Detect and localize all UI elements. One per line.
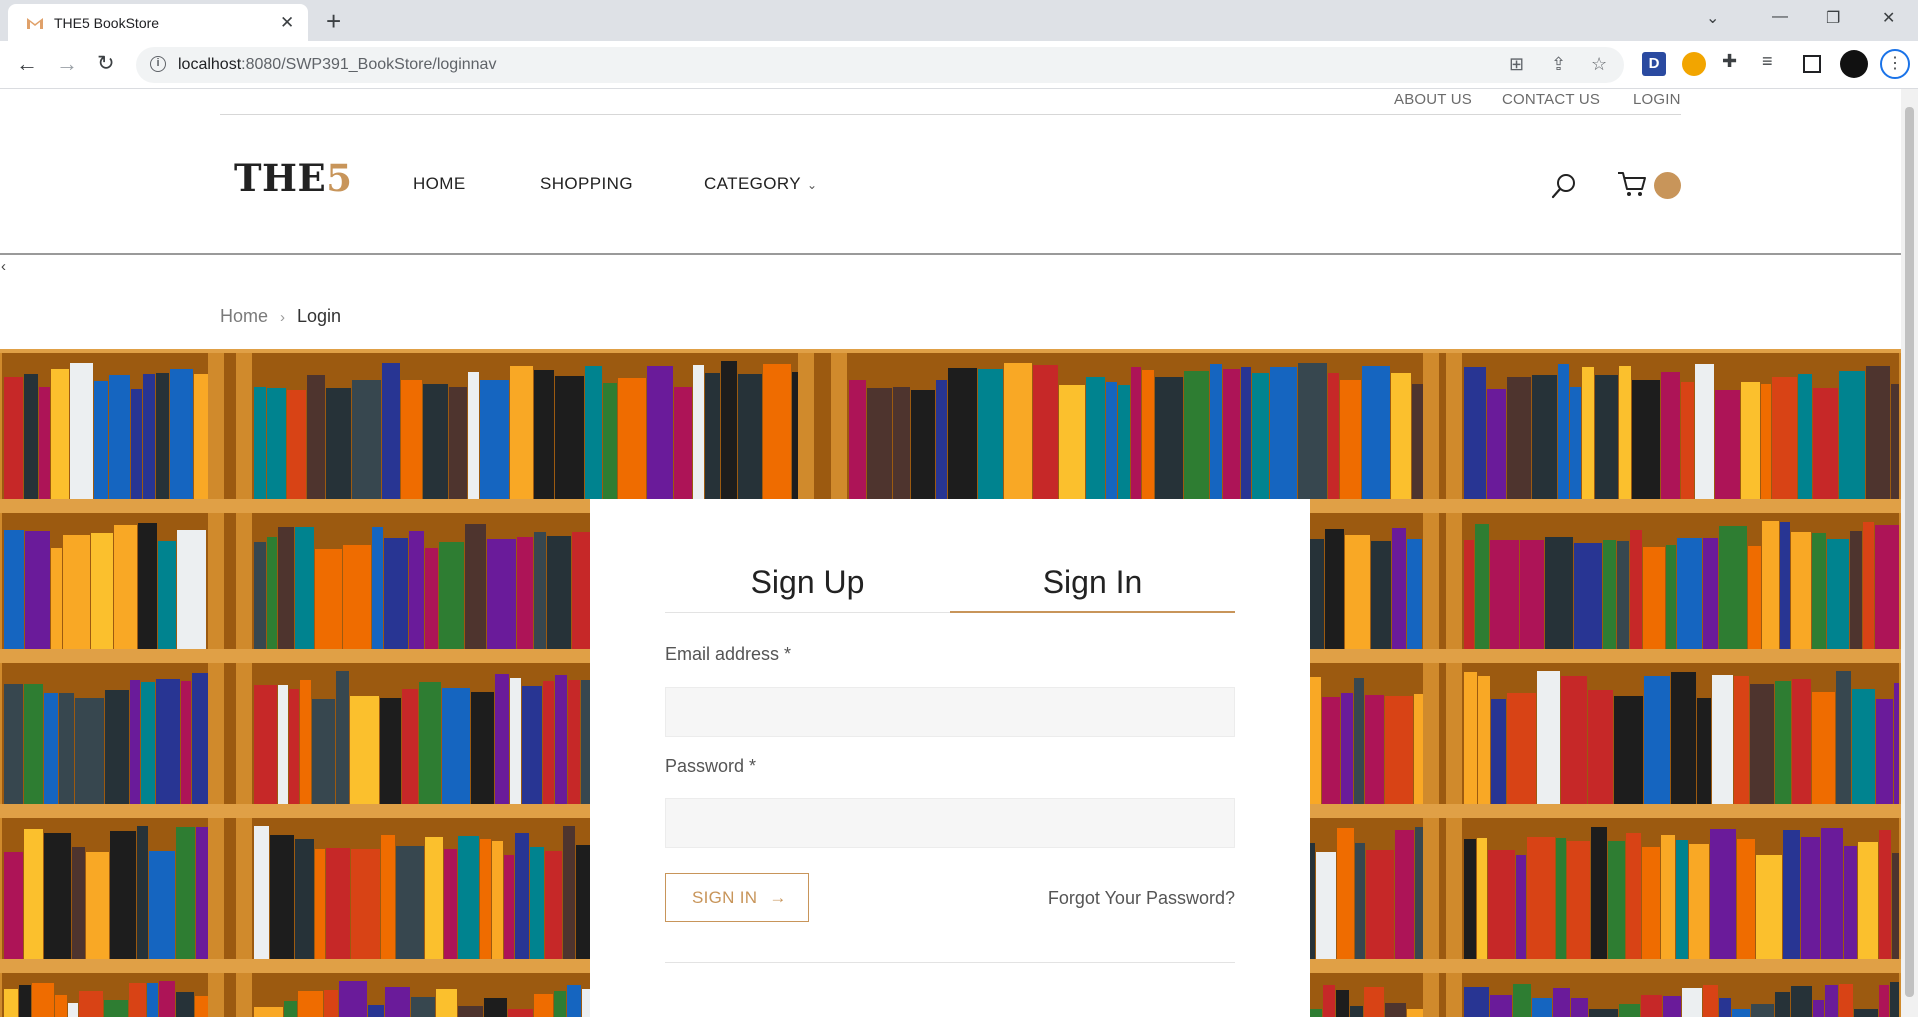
reload-icon[interactable]: ↻: [97, 51, 115, 76]
contact-us-link[interactable]: CONTACT US: [1502, 91, 1600, 108]
close-tab-icon[interactable]: ✕: [280, 13, 294, 33]
minimize-icon[interactable]: —: [1772, 8, 1788, 26]
media-control-icon[interactable]: ≡: [1762, 51, 1773, 72]
page-scrollbar[interactable]: [1901, 89, 1918, 1017]
breadcrumb-home[interactable]: Home: [220, 306, 268, 326]
login-card: Sign Up Sign In Email address * Password…: [590, 499, 1310, 1017]
extension-clock-icon[interactable]: [1682, 52, 1706, 76]
translate-icon[interactable]: ⊞: [1509, 54, 1524, 75]
profile-avatar[interactable]: [1840, 50, 1868, 78]
breadcrumb-separator-icon: ›: [280, 309, 286, 326]
header-divider: [0, 253, 1901, 255]
tab-title: THE5 BookStore: [54, 15, 160, 31]
cart-count-badge[interactable]: [1654, 172, 1681, 199]
share-icon[interactable]: ⇪: [1551, 54, 1566, 75]
password-field[interactable]: [665, 798, 1235, 848]
site-logo[interactable]: THE5: [234, 156, 352, 200]
extensions-puzzle-icon[interactable]: ✚: [1722, 51, 1737, 72]
chevron-left-icon[interactable]: ‹: [1, 258, 6, 275]
card-divider: [665, 962, 1235, 963]
tab-sign-up[interactable]: Sign Up: [665, 561, 950, 613]
close-window-icon[interactable]: ✕: [1882, 8, 1895, 28]
search-icon[interactable]: [1551, 172, 1577, 200]
password-label: Password *: [665, 756, 757, 776]
arrow-right-icon: →: [769, 888, 787, 907]
login-link[interactable]: LOGIN: [1633, 91, 1681, 108]
top-divider: [220, 114, 1681, 115]
forgot-password-link[interactable]: Forgot Your Password?: [1048, 888, 1235, 909]
browser-tab[interactable]: THE5 BookStore ✕: [8, 4, 308, 41]
email-label: Email address *: [665, 644, 792, 664]
site-info-icon[interactable]: i: [150, 56, 166, 72]
nav-home[interactable]: HOME: [413, 174, 466, 194]
new-tab-icon[interactable]: +: [326, 6, 341, 37]
back-icon[interactable]: ←: [16, 51, 38, 77]
browser-tabstrip: THE5 BookStore ✕ + ⌄ — ❐ ✕: [0, 0, 1918, 41]
about-us-link[interactable]: ABOUT US: [1394, 91, 1472, 108]
tab-search-icon[interactable]: ⌄: [1706, 8, 1719, 28]
breadcrumb-current: Login: [297, 306, 342, 326]
browser-toolbar: ← → ↻ i localhost:8080/SWP391_BookStore/…: [0, 41, 1918, 89]
forward-icon[interactable]: →: [56, 51, 78, 77]
bookmark-star-icon[interactable]: ☆: [1591, 54, 1607, 75]
sign-in-button[interactable]: SIGN IN →: [665, 873, 809, 922]
nav-category[interactable]: CATEGORY ⌄: [704, 174, 818, 194]
url-text[interactable]: localhost:8080/SWP391_BookStore/loginnav: [178, 56, 496, 74]
email-field[interactable]: [665, 687, 1235, 737]
extension-d-icon[interactable]: D: [1642, 52, 1666, 76]
address-bar[interactable]: i localhost:8080/SWP391_BookStore/loginn…: [136, 47, 1624, 83]
auth-tabs: Sign Up Sign In: [665, 561, 1235, 613]
browser-menu-icon[interactable]: ⋮: [1880, 49, 1910, 79]
side-panel-icon[interactable]: [1803, 55, 1821, 73]
scrollbar-thumb[interactable]: [1905, 107, 1914, 997]
tab-sign-in[interactable]: Sign In: [950, 561, 1235, 613]
nav-shopping[interactable]: SHOPPING: [540, 174, 633, 194]
gmail-favicon-icon: [27, 18, 43, 29]
breadcrumb: Home › Login: [220, 306, 341, 327]
chevron-down-icon: ⌄: [807, 178, 818, 192]
restore-icon[interactable]: ❐: [1826, 8, 1840, 28]
cart-icon[interactable]: [1617, 170, 1647, 198]
